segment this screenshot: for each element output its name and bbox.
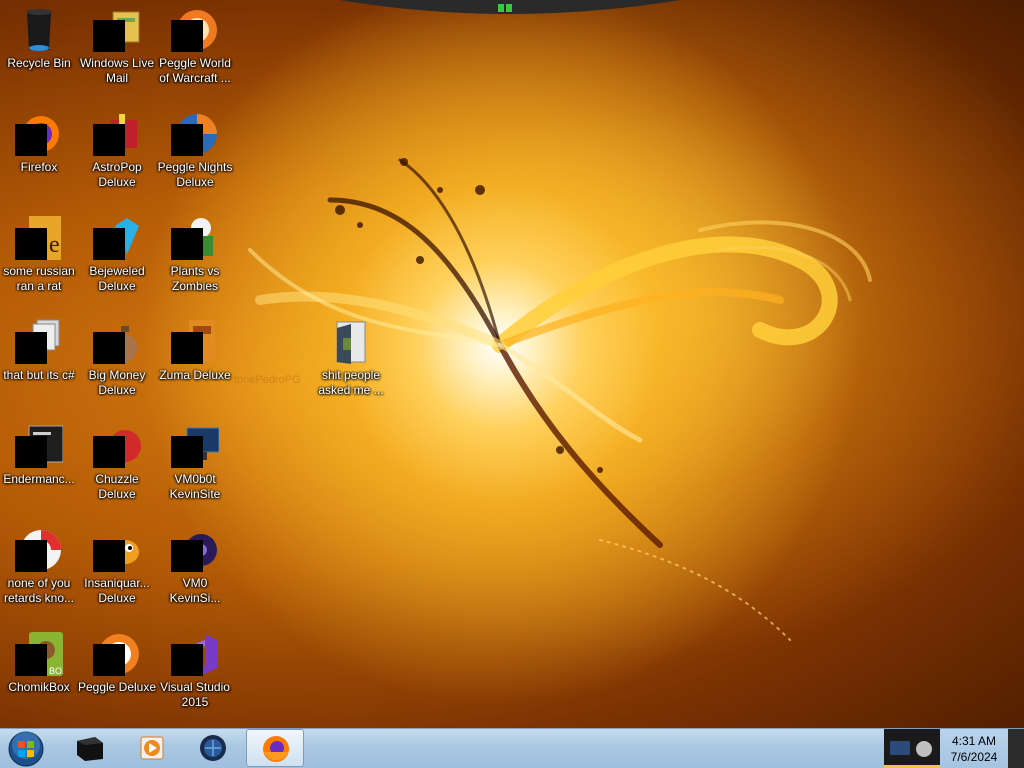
desktop-icon-vm0-kevinsi[interactable]: VM0 KevinSi... [155, 526, 235, 606]
icon-label: Firefox [20, 160, 58, 174]
clock-time: 4:31 AM [951, 734, 997, 748]
desktop-icon-zuma[interactable]: Zuma Deluxe [155, 318, 235, 383]
taskbar-button-firefox[interactable] [246, 729, 304, 767]
icon-label: Peggle Nights Deluxe [157, 160, 233, 189]
system-tray[interactable] [884, 729, 940, 768]
icon-label: Zuma Deluxe [159, 368, 231, 382]
media-player-icon [140, 736, 164, 760]
icon-label: Peggle World of Warcraft ... [159, 56, 231, 85]
svg-text:BOX: BOX [49, 666, 63, 676]
redacted-overlay [171, 436, 203, 468]
folder-icon [336, 321, 366, 364]
desktop-icon-plants-vs-zombies[interactable]: Plants vs Zombies [155, 214, 235, 294]
desktop-icon-some-russian[interactable]: e some russian ran a rat [0, 214, 79, 294]
desktop-icon-that-but-its-csharp[interactable]: that but its c# [0, 318, 79, 383]
desktop-icon-vm0b0t-kevinsite[interactable]: VM0b0t KevinSite [155, 422, 235, 502]
redacted-overlay [171, 332, 203, 364]
svg-text:e: e [49, 232, 60, 258]
icon-label: Endermanc... [3, 472, 75, 486]
redacted-overlay [93, 436, 125, 468]
tray-app-icon [884, 741, 940, 768]
redacted-overlay [15, 332, 47, 364]
icon-label: some russian ran a rat [3, 264, 75, 293]
top-notch-decoration [340, 0, 680, 14]
icon-label: Bejeweled Deluxe [89, 264, 145, 293]
desktop-icon-shit-people-folder[interactable]: shit people asked me ... [311, 318, 391, 398]
redacted-overlay [93, 228, 125, 260]
redacted-overlay [93, 332, 125, 364]
icon-label: shit people asked me ... [318, 368, 384, 397]
desktop-icon-visual-studio-2015[interactable]: Visual Studio 2015 [155, 630, 235, 710]
wallpaper-watermark: tonePedroPG [234, 374, 301, 386]
desktop-icon-peggle-nights[interactable]: Peggle Nights Deluxe [155, 110, 235, 190]
desktop-icon-bejeweled[interactable]: Bejeweled Deluxe [77, 214, 157, 294]
desktop[interactable]: tonePedroPG Recycle Bin Firefox e some r… [0, 0, 1024, 728]
desktop-icon-none-of-you[interactable]: none of you retards kno... [0, 526, 79, 606]
redacted-overlay [93, 20, 125, 52]
redacted-overlay [171, 20, 203, 52]
show-desktop-button[interactable] [1008, 729, 1024, 768]
taskbar: 4:31 AM 7/6/2024 [0, 728, 1024, 768]
redacted-overlay [93, 540, 125, 572]
redacted-overlay [15, 540, 47, 572]
redacted-overlay [15, 124, 47, 156]
desktop-icon-big-money[interactable]: Big Money Deluxe [77, 318, 157, 398]
icon-label: ChomikBox [8, 680, 70, 694]
desktop-icon-peggle-deluxe[interactable]: Peggle Deluxe [77, 630, 157, 695]
redacted-overlay [15, 436, 47, 468]
clock-date: 7/6/2024 [950, 750, 998, 764]
redacted-overlay [15, 644, 47, 676]
redacted-overlay [171, 124, 203, 156]
desktop-icon-insaniquarium[interactable]: Insaniquar... Deluxe [77, 526, 157, 606]
icon-label: Chuzzle Deluxe [95, 472, 139, 501]
clock[interactable]: 4:31 AM 7/6/2024 [940, 729, 1008, 768]
icon-label: VM0 KevinSi... [169, 576, 221, 605]
desktop-icon-chomikbox[interactable]: BOX ChomikBox [0, 630, 79, 695]
desktop-icon-endermanc[interactable]: Endermanc... [0, 422, 79, 487]
icon-label: Plants vs Zombies [170, 264, 220, 293]
redacted-overlay [93, 644, 125, 676]
icon-label: Windows Live Mail [79, 56, 155, 85]
firefox-icon [263, 736, 289, 762]
redacted-overlay [171, 228, 203, 260]
desktop-icon-recycle-bin[interactable]: Recycle Bin [0, 6, 79, 71]
cmd-icon [77, 737, 103, 761]
redacted-overlay [171, 540, 203, 572]
start-button[interactable] [6, 729, 48, 768]
desktop-icon-peggle-world-of-warcraft[interactable]: Peggle World of Warcraft ... [155, 6, 235, 86]
desktop-icon-astropop[interactable]: AstroPop Deluxe [77, 110, 157, 190]
redacted-overlay [171, 644, 203, 676]
icon-label: Peggle Deluxe [77, 680, 157, 694]
desktop-icon-chuzzle[interactable]: Chuzzle Deluxe [77, 422, 157, 502]
icon-label: AstroPop Deluxe [92, 160, 142, 189]
icon-label: Insaniquar... Deluxe [84, 576, 150, 605]
taskbar-button-media-player[interactable] [122, 729, 180, 767]
recycle-bin-icon [26, 9, 52, 51]
icon-label: VM0b0t KevinSite [169, 472, 221, 501]
redacted-overlay [15, 228, 47, 260]
icon-label: Visual Studio 2015 [160, 680, 230, 709]
icon-label: that but its c# [3, 368, 75, 382]
redacted-overlay [93, 124, 125, 156]
windows-orb-icon [8, 731, 44, 767]
icon-label: Big Money Deluxe [88, 368, 146, 397]
globe-app-icon [200, 735, 226, 761]
taskbar-button-cmd[interactable] [60, 729, 118, 767]
icon-label: Recycle Bin [7, 56, 71, 70]
desktop-icon-firefox[interactable]: Firefox [0, 110, 79, 175]
desktop-icon-windows-live-mail[interactable]: Windows Live Mail [77, 6, 157, 86]
taskbar-button-globe-app[interactable] [184, 729, 242, 767]
icon-label: none of you retards kno... [3, 576, 75, 605]
